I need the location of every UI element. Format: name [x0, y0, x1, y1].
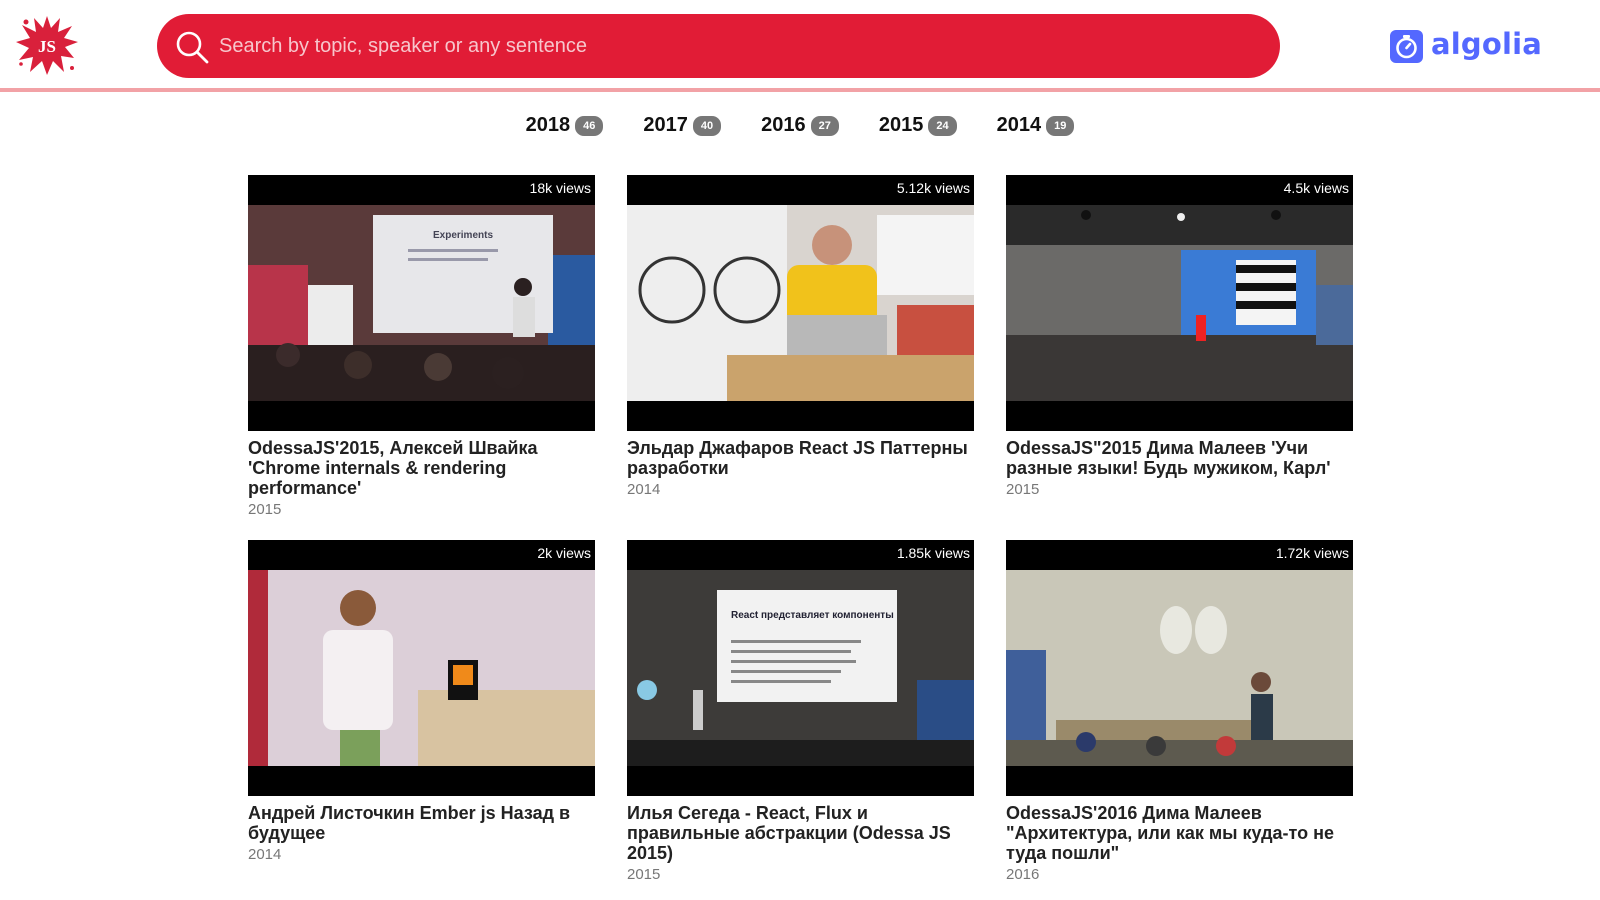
view-count: 1.72k views — [1275, 545, 1349, 561]
video-title[interactable]: OdessaJS"2015 Дима Малеев 'Учи разные яз… — [1006, 438, 1351, 478]
top-header: JS algolia — [0, 0, 1600, 92]
algolia-link[interactable]: algolia — [1390, 28, 1542, 64]
video-thumbnail[interactable]: 18k views Experiments — [248, 175, 595, 431]
video-thumbnail[interactable]: 5.12k views — [627, 175, 974, 431]
slide-text: Experiments — [433, 230, 493, 241]
video-still-speaker — [627, 205, 974, 401]
video-title[interactable]: OdessaJS'2015, Алексей Швайка 'Chrome in… — [248, 438, 593, 498]
view-count: 4.5k views — [1283, 180, 1349, 196]
view-count: 1.85k views — [896, 545, 970, 561]
year-filter-2014[interactable]: 2014 19 — [997, 114, 1075, 137]
video-title[interactable]: OdessaJS'2016 Дима Малеев "Архитектура, … — [1006, 803, 1351, 863]
year-label: 2018 — [525, 114, 571, 136]
year-filter-2016[interactable]: 2016 27 — [761, 114, 839, 137]
year-filter-2015[interactable]: 2015 24 — [879, 114, 957, 137]
year-count-badge: 19 — [1046, 115, 1075, 136]
video-card[interactable]: 1.85k views React представляет компонент… — [627, 540, 974, 883]
video-card[interactable]: 5.12k views Эльдар Джафаров React JS Пат… — [627, 175, 974, 518]
video-card[interactable]: 18k views Experiments OdessaJS'2015, Але… — [248, 175, 595, 518]
year-filter-bar: 2018 46 2017 40 2016 27 2015 24 2014 19 — [0, 114, 1600, 137]
video-year: 2015 — [1006, 481, 1040, 498]
video-year: 2016 — [1006, 866, 1040, 883]
video-still-lecture-slide: Experiments — [248, 205, 595, 401]
search-icon[interactable] — [173, 28, 211, 66]
view-count: 5.12k views — [896, 180, 970, 196]
splash-logo-icon: JS — [16, 16, 78, 75]
algolia-wordmark: algolia — [1431, 26, 1543, 61]
year-filter-2018[interactable]: 2018 46 — [526, 114, 604, 137]
video-card[interactable]: 2k views Андрей Листочкин Ember js Назад… — [248, 540, 595, 883]
search-input[interactable] — [219, 28, 1259, 64]
year-label: 2016 — [761, 114, 806, 136]
video-still-speaker-podium — [248, 570, 595, 766]
year-count-badge: 40 — [692, 115, 722, 136]
video-grid: 18k views Experiments OdessaJS'2015, Але… — [248, 175, 1354, 883]
video-title[interactable]: Андрей Листочкин Ember js Назад в будуще… — [248, 803, 593, 843]
year-filter-2017[interactable]: 2017 40 — [643, 114, 722, 137]
view-count: 2k views — [537, 545, 591, 561]
video-year: 2014 — [248, 846, 282, 863]
video-thumbnail[interactable]: 1.72k views — [1006, 540, 1353, 796]
search-bar[interactable] — [157, 14, 1280, 78]
video-still-stage — [1006, 205, 1353, 401]
video-year: 2015 — [248, 501, 282, 518]
video-thumbnail[interactable]: 1.85k views React представляет компонент… — [627, 540, 974, 796]
video-still-hall — [1006, 570, 1353, 766]
year-label: 2015 — [878, 114, 924, 136]
video-thumbnail[interactable]: 4.5k views — [1006, 175, 1353, 431]
video-thumbnail[interactable]: 2k views — [248, 540, 595, 796]
slide-text: React представляет компоненты — [731, 610, 894, 621]
year-count-badge: 27 — [810, 115, 839, 136]
video-year: 2015 — [627, 866, 661, 883]
year-count-badge: 24 — [928, 115, 957, 136]
svg-text:JS: JS — [38, 37, 56, 56]
video-card[interactable]: 1.72k views OdessaJS'2016 Дима Малеев "А… — [1006, 540, 1353, 883]
year-count-badge: 46 — [575, 115, 604, 136]
odessajs-logo[interactable]: JS — [14, 12, 80, 78]
algolia-stopwatch-icon — [1390, 29, 1423, 63]
video-still-presentation: React представляет компоненты — [627, 570, 974, 766]
year-label: 2014 — [996, 114, 1042, 136]
video-card[interactable]: 4.5k views OdessaJS"2015 Дима Малеев 'Уч… — [1006, 175, 1353, 518]
view-count: 18k views — [529, 180, 591, 196]
video-title[interactable]: Илья Сегеда - React, Flux и правильные а… — [627, 803, 972, 863]
video-title[interactable]: Эльдар Джафаров React JS Паттерны разраб… — [627, 438, 972, 478]
video-year: 2014 — [627, 481, 661, 498]
year-label: 2017 — [643, 114, 688, 136]
